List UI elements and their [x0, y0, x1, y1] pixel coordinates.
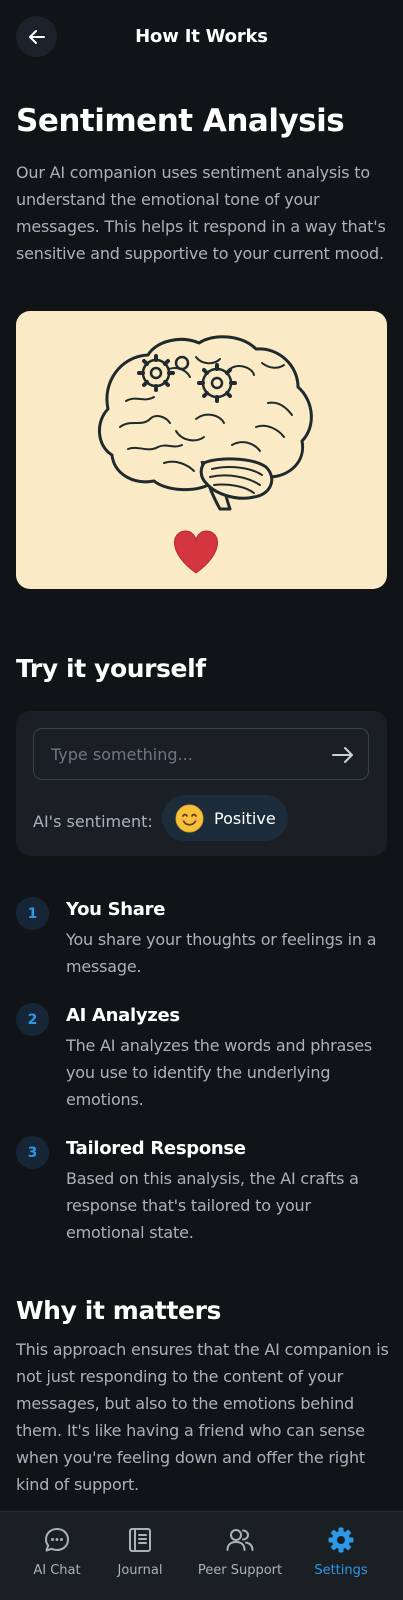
sentiment-value: Positive: [214, 809, 276, 828]
message-input[interactable]: [34, 729, 324, 779]
hero-illustration: [16, 311, 387, 589]
sentiment-badge: Positive: [162, 795, 288, 841]
why-section-title: Why it matters: [16, 1296, 221, 1325]
try-card: AI's sentiment: Positive: [16, 711, 387, 856]
page-title: Sentiment Analysis: [16, 103, 345, 139]
sentiment-label: AI's sentiment:: [33, 812, 153, 831]
send-button[interactable]: [330, 742, 356, 768]
nav-item-settings[interactable]: Settings: [303, 1526, 379, 1586]
smiling-face-icon: [175, 804, 204, 833]
nav-item-ai-chat[interactable]: AI Chat: [22, 1526, 92, 1586]
step-description: Based on this analysis, the AI crafts a …: [66, 1169, 359, 1242]
nav-label: Peer Support: [197, 1563, 283, 1578]
step-title: You Share: [66, 899, 166, 920]
step-title: AI Analyzes: [66, 1005, 180, 1026]
step-description: You share your thoughts or feelings in a…: [66, 930, 377, 976]
nav-item-peer-support[interactable]: Peer Support: [190, 1526, 290, 1586]
people-icon: [226, 1529, 254, 1551]
why-section-text: This approach ensures that the AI compan…: [16, 1340, 389, 1494]
step-number: 3: [16, 1136, 49, 1169]
intro-text: Our AI companion uses sentiment analysis…: [16, 163, 386, 263]
nav-label: Settings: [314, 1563, 368, 1578]
gear-icon: [328, 1527, 354, 1553]
nav-item-journal[interactable]: Journal: [105, 1526, 175, 1586]
nav-label: AI Chat: [33, 1563, 81, 1578]
header-title: How It Works: [135, 26, 268, 47]
arrow-right-icon: [332, 747, 353, 763]
heart-icon: [174, 530, 218, 574]
step-number: 2: [16, 1003, 49, 1036]
nav-label: Journal: [117, 1563, 163, 1578]
journal-icon: [129, 1528, 151, 1552]
app-header: How It Works: [0, 0, 403, 76]
step-number: 1: [16, 897, 49, 930]
bottom-nav: AI Chat Journal Peer Support Settings: [0, 1511, 403, 1600]
brain-illustration: [98, 335, 313, 574]
try-section-title: Try it yourself: [16, 654, 206, 683]
step-description: The AI analyzes the words and phrases yo…: [66, 1036, 372, 1109]
message-input-box: [33, 728, 369, 780]
chat-bubble-icon: [45, 1528, 69, 1552]
step-title: Tailored Response: [66, 1138, 246, 1159]
